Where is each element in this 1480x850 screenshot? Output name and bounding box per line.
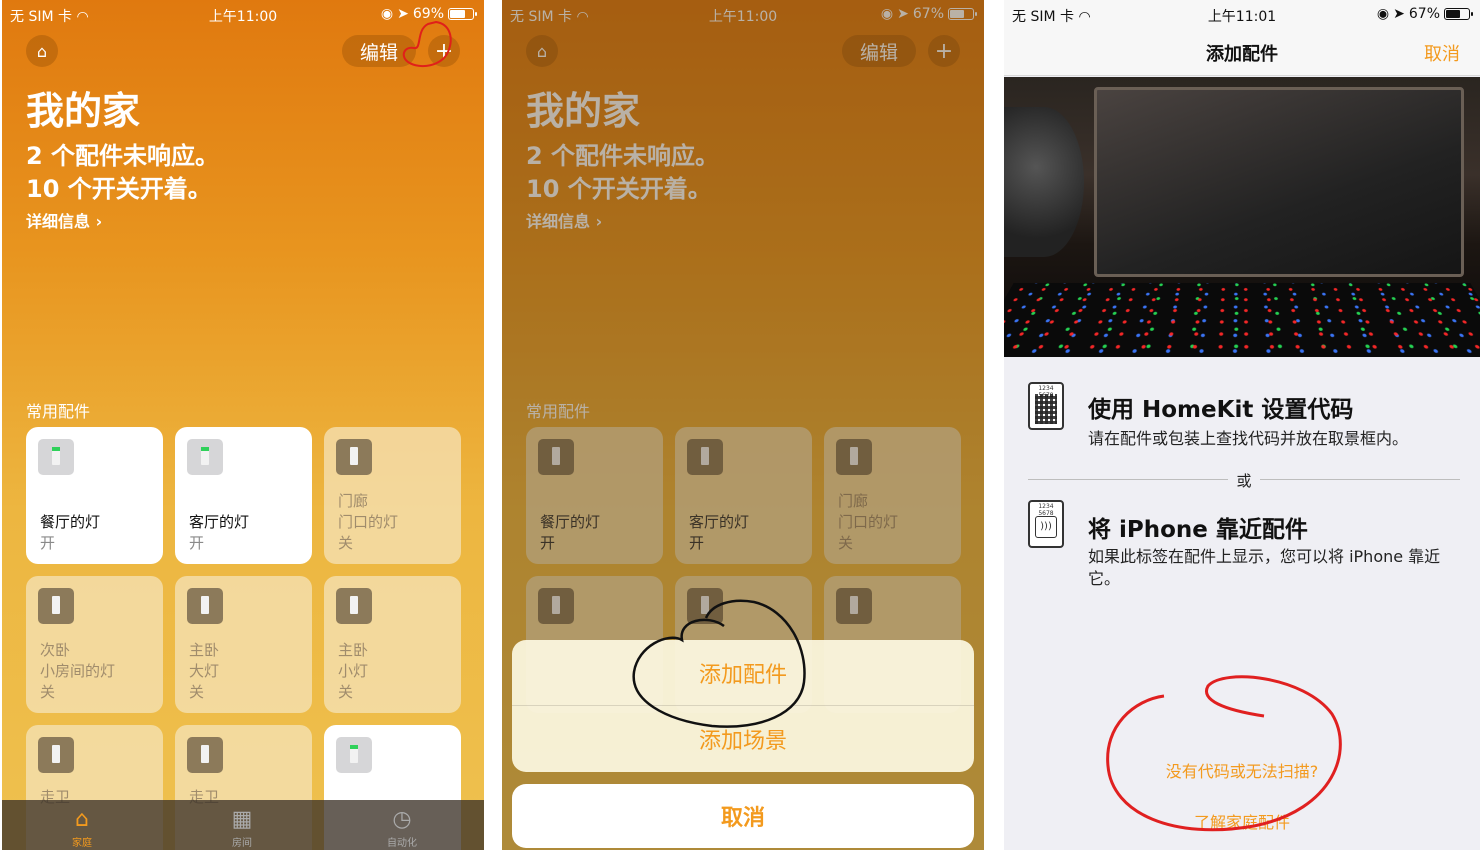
tile-state: 关 [189,683,205,701]
tile-state: 关 [338,683,354,701]
tile-room: 主卧 [189,641,220,659]
tile-name: 小房间的灯 [40,662,116,680]
accessory-tile-dining-light[interactable]: 餐厅的灯开 [26,427,163,564]
tile-state: 开 [40,534,56,552]
nav-bar: 添加配件 取消 [1004,28,1480,76]
action-sheet: 添加配件 添加场景 [512,640,974,772]
page-title: 我的家 [26,89,141,133]
details-link[interactable]: 详细信息 › [26,208,102,232]
light-switch-icon [187,439,223,475]
battery-icon [1444,8,1473,20]
tab-home[interactable]: ⌂ 家庭 [52,806,112,849]
orientation-lock-icon: ◉ [380,6,394,22]
location-icon: ➤ [397,6,409,22]
tile-label: 主卧 大灯关 [189,640,219,703]
automation-icon: ◷ [392,807,412,832]
house-icon: ⌂ [36,41,48,61]
edit-button[interactable]: 编辑 [342,35,417,67]
home-screen-action-sheet: 无 SIM 卡 ◠ 上午11:00 ◉ ➤ 67% ⌂ 编辑 + 我的家 2 个… [502,0,984,850]
tab-label: 房间 [232,838,252,849]
qr-code-icon: 1234 5678 [1028,382,1064,430]
summary-unresponsive: 2 个配件未响应。 [26,142,220,170]
camera-scene-object [1004,107,1084,257]
tile-label: 客厅的灯开 [189,512,249,554]
tile-name: 客厅的灯 [189,513,250,531]
tab-label: 自动化 [387,838,417,849]
accessory-tile-small-room-light[interactable]: 次卧 小房间的灯关 [26,576,163,713]
nfc-waves-icon: ))) [1035,516,1057,538]
light-switch-icon [336,737,372,773]
light-switch-icon [38,439,74,475]
home-settings-button[interactable]: ⌂ [26,35,58,67]
divider-line-right [1260,479,1460,480]
orientation-lock-icon: ◉ [1376,6,1390,22]
accessory-tile-living-light[interactable]: 客厅的灯开 [175,427,312,564]
camera-scene-keyboard [1004,283,1480,357]
nfc-tag-icon: 1234 5678 ))) [1028,500,1064,548]
tile-label: 主卧 小灯关 [338,640,368,703]
light-switch-icon [336,588,372,624]
battery-icon [448,8,477,20]
house-icon: ⌂ [75,807,89,832]
accessory-tile-porch-light[interactable]: 门廊 门口的灯关 [324,427,461,564]
add-accessory-screen: 无 SIM 卡 ◠ 上午11:01 ◉ ➤ 67% 添加配件 取消 1234 5… [1004,0,1480,850]
or-divider: 或 [1028,470,1460,490]
tab-rooms[interactable]: ▦ 房间 [212,806,272,849]
favorites-section-label: 常用配件 [26,402,91,421]
nfc-title: 将 iPhone 靠近配件 [1088,517,1308,543]
tile-state: 关 [40,683,56,701]
camera-viewfinder[interactable] [1004,77,1480,357]
tile-state: 开 [189,534,205,552]
battery-percent: 69% [412,6,444,22]
tile-name: 小灯 [338,662,369,680]
tile-name: 大灯 [189,662,220,680]
tile-room: 次卧 [40,641,71,659]
accessory-tile-master-small-light[interactable]: 主卧 小灯关 [324,576,461,713]
tile-label: 门廊 门口的灯关 [338,491,398,554]
status-bar: 无 SIM 卡 ◠ 上午11:00 ◉ ➤ 69% [2,0,484,28]
or-label: 或 [1236,472,1252,490]
action-sheet-cancel-button[interactable]: 取消 [512,784,974,848]
learn-home-accessories-link[interactable]: 了解家庭配件 [1004,809,1480,833]
tile-state: 关 [338,534,354,552]
homekit-code-title: 使用 HomeKit 设置代码 [1088,397,1354,423]
plus-icon: + [434,38,454,64]
add-scene-option[interactable]: 添加场景 [512,706,974,772]
tab-automation[interactable]: ◷ 自动化 [372,806,432,849]
cancel-button[interactable]: 取消 [1424,40,1460,66]
tile-label: 餐厅的灯开 [40,512,100,554]
home-screen: 无 SIM 卡 ◠ 上午11:00 ◉ ➤ 69% ⌂ 编辑 + 我的家 2 个… [2,0,484,850]
code-badge: 1234 5678 [1038,503,1054,517]
tile-label: 次卧 小房间的灯关 [40,640,115,703]
nav-title: 添加配件 [1206,44,1278,65]
tile-room: 门廊 [338,492,369,510]
location-icon: ➤ [1393,6,1405,22]
summary-switches-on: 10 个开关开着。 [26,175,212,203]
tab-label: 家庭 [72,838,92,849]
light-switch-icon [187,588,223,624]
light-switch-icon [187,737,223,773]
status-bar: 无 SIM 卡 ◠ 上午11:01 ◉ ➤ 67% [1004,0,1480,28]
no-code-link[interactable]: 没有代码或无法扫描? [1004,758,1480,782]
homekit-code-description: 请在配件或包装上查找代码并放在取景框内。 [1088,429,1409,448]
tab-bar: ⌂ 家庭 ▦ 房间 ◷ 自动化 [2,800,484,850]
rooms-icon: ▦ [231,807,253,832]
add-button[interactable]: + [428,35,460,67]
light-switch-icon [38,737,74,773]
status-right: ◉ ➤ 69% [380,6,477,22]
camera-scene-monitor [1094,87,1464,277]
qr-pattern [1035,394,1057,424]
battery-percent: 67% [1408,6,1440,22]
tile-name: 门口的灯 [338,513,399,531]
light-switch-icon [336,439,372,475]
accessory-tile-master-main-light[interactable]: 主卧 大灯关 [175,576,312,713]
tile-name: 餐厅的灯 [40,513,101,531]
nfc-description: 如果此标签在配件上显示，您可以将 iPhone 靠近它。 [1088,547,1441,588]
light-switch-icon [38,588,74,624]
status-right: ◉ ➤ 67% [1376,6,1473,22]
tile-room: 主卧 [338,641,369,659]
add-accessory-option[interactable]: 添加配件 [512,640,974,706]
